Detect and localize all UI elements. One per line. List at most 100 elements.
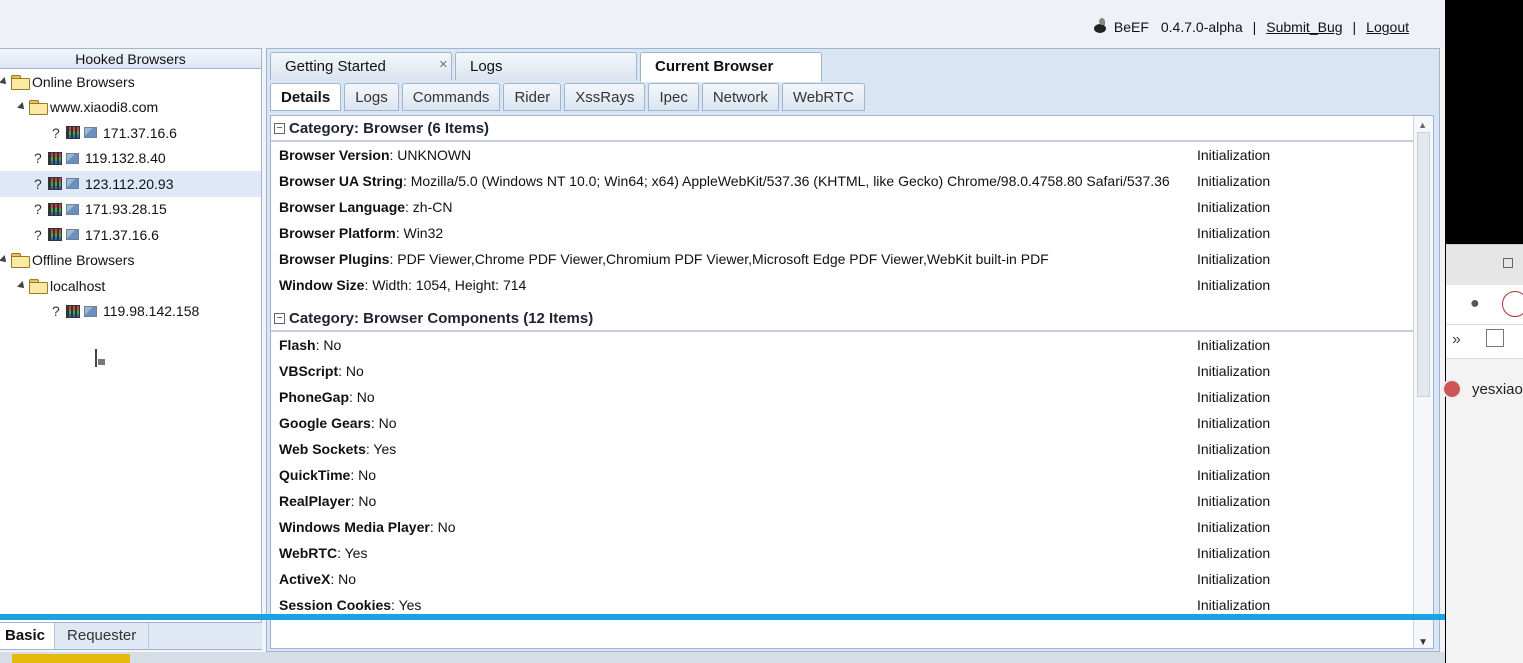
detail-row: Browser Platform: Win32 Initialization [271, 220, 1413, 246]
subtab-logs[interactable]: Logs [344, 83, 399, 111]
detail-name: Windows Media Player [279, 519, 430, 535]
expand-arrow-icon[interactable] [0, 255, 9, 266]
detail-row: VBScript: No Initialization [271, 358, 1413, 384]
browser-ip: 171.93.28.15 [85, 201, 167, 218]
hooked-browsers-panel: Hooked Browsers Online Browsers www.xiao… [0, 48, 262, 650]
detail-name: Browser Plugins [279, 251, 390, 267]
tab-requester[interactable]: Requester [55, 623, 150, 649]
detail-name: Browser Version [279, 147, 390, 163]
tab-getting-started[interactable]: Getting Started ✕ [270, 52, 452, 80]
subtab-xssrays[interactable]: XssRays [564, 83, 646, 111]
logout-link[interactable]: Logout [1366, 19, 1409, 35]
subtab-details[interactable]: Details [270, 83, 342, 111]
detail-source: Initialization [1197, 199, 1271, 215]
detail-row: PhoneGap: No Initialization [271, 384, 1413, 410]
expand-arrow-icon[interactable] [0, 76, 9, 87]
unknown-browser-icon: ? [34, 226, 42, 243]
unknown-browser-icon: ? [34, 201, 42, 218]
vertical-scrollbar[interactable]: ▲ ▼ [1413, 116, 1433, 648]
windows-os-icon [48, 202, 62, 216]
tree-node-domain[interactable]: www.xiaodi8.com [0, 95, 261, 121]
category-header[interactable]: − Category: Browser (6 Items) [271, 116, 1413, 142]
detail-row: Browser Plugins: PDF Viewer,Chrome PDF V… [271, 246, 1413, 272]
category-header[interactable]: − Category: Browser Components (12 Items… [271, 306, 1413, 332]
detail-name: Session Cookies [279, 597, 392, 613]
subtab-rider[interactable]: Rider [503, 83, 562, 111]
tree-node-browser[interactable]: ? 119.98.142.158 [0, 299, 261, 325]
detail-name: QuickTime [279, 467, 351, 483]
collapse-icon[interactable]: − [274, 123, 285, 134]
detail-name: Web Sockets [279, 441, 366, 457]
detail-value: : No [429, 519, 456, 535]
separator: | [1252, 19, 1257, 35]
scroll-down-icon[interactable]: ▼ [1418, 637, 1428, 648]
expand-arrow-icon[interactable] [17, 102, 27, 113]
detail-value: : No [315, 337, 342, 353]
windows-os-icon [48, 177, 62, 191]
taskbar-item[interactable] [12, 654, 130, 663]
account-badge-icon[interactable] [1502, 291, 1523, 317]
tree-label: Offline Browsers [32, 252, 135, 269]
tree-node-online[interactable]: Online Browsers [0, 69, 261, 95]
browser-ip: 119.132.8.40 [85, 150, 166, 167]
submit-bug-link[interactable]: Submit_Bug [1266, 19, 1342, 35]
left-tab-bar: Basic Requester [0, 622, 262, 649]
reading-list-icon[interactable] [1486, 329, 1504, 347]
detail-source: Initialization [1197, 415, 1271, 431]
tree-node-browser[interactable]: ? 171.93.28.15 [0, 197, 261, 223]
detail-row: WebRTC: Yes Initialization [271, 540, 1413, 566]
detail-row: Web Sockets: Yes Initialization [271, 436, 1413, 462]
close-icon[interactable]: ✕ [439, 51, 448, 79]
more-bookmarks-icon[interactable]: » [1452, 331, 1461, 349]
subtab-network[interactable]: Network [701, 83, 779, 111]
detail-name: Browser Language [279, 199, 406, 215]
bookmarks-bar: » [1446, 325, 1523, 359]
detail-value: : Yes [391, 597, 422, 613]
category-title: Category: Browser (6 Items) [289, 120, 490, 137]
detail-value: : No [350, 467, 377, 483]
tree-node-domain[interactable]: localhost [0, 273, 261, 299]
scrollbar-thumb[interactable] [1417, 132, 1430, 397]
detail-name: ActiveX [279, 571, 331, 587]
detail-name: Flash [279, 337, 316, 353]
maximize-icon[interactable] [1503, 258, 1513, 268]
browser-ip: 171.37.16.6 [103, 124, 177, 141]
subtab-webrtc[interactable]: WebRTC [781, 83, 865, 111]
windows-os-icon [48, 228, 62, 242]
subtab-commands[interactable]: Commands [401, 83, 501, 111]
profile-icon[interactable]: ● [1470, 295, 1480, 313]
unknown-browser-icon: ? [34, 175, 42, 192]
tree-node-browser[interactable]: ? 171.37.16.6 [0, 222, 261, 248]
detail-row: Windows Media Player: No Initialization [271, 514, 1413, 540]
detail-row: RealPlayer: No Initialization [271, 488, 1413, 514]
scroll-up-icon[interactable]: ▲ [1418, 120, 1427, 130]
detail-row: Browser Version: UNKNOWN Initialization [271, 142, 1413, 168]
main-panel: Getting Started ✕ Logs Current Browser D… [266, 48, 1440, 652]
folder-icon [29, 278, 48, 294]
tree-label: localhost [50, 277, 106, 294]
main-tab-bar: Getting Started ✕ Logs Current Browser [270, 52, 825, 82]
detail-row: QuickTime: No Initialization [271, 462, 1413, 488]
detail-value: : Width: 1054, Height: 714 [364, 277, 527, 293]
details-grid: − Category: Browser (6 Items) Browser Ve… [270, 115, 1434, 649]
background-browser-window[interactable]: ● » yesxiao [1442, 244, 1523, 663]
expand-arrow-icon[interactable] [17, 280, 27, 291]
tree-node-browser[interactable]: ? 119.132.8.40 [0, 146, 261, 172]
tab-current-browser[interactable]: Current Browser [640, 52, 822, 82]
detail-source: Initialization [1197, 597, 1271, 613]
collapse-icon[interactable]: − [274, 313, 285, 324]
detail-value: : No [330, 571, 357, 587]
app-version: 0.4.7.0-alpha [1160, 19, 1243, 35]
computer-icon [66, 203, 79, 215]
folder-icon [11, 253, 30, 269]
tab-logs[interactable]: Logs [455, 52, 637, 80]
detail-name: Google Gears [279, 415, 371, 431]
subtab-ipec[interactable]: Ipec [648, 83, 699, 111]
tab-basic[interactable]: Basic [0, 623, 56, 649]
detail-name: PhoneGap [279, 389, 350, 405]
detail-row: Window Size: Width: 1054, Height: 714 Ini… [271, 272, 1413, 298]
tree-node-browser[interactable]: ? 171.37.16.6 [0, 120, 261, 146]
tree-node-offline[interactable]: Offline Browsers [0, 248, 261, 274]
detail-value: : PDF Viewer,Chrome PDF Viewer,Chromium … [389, 251, 1049, 267]
tree-node-browser-selected[interactable]: ? 123.112.20.93 [0, 171, 261, 197]
